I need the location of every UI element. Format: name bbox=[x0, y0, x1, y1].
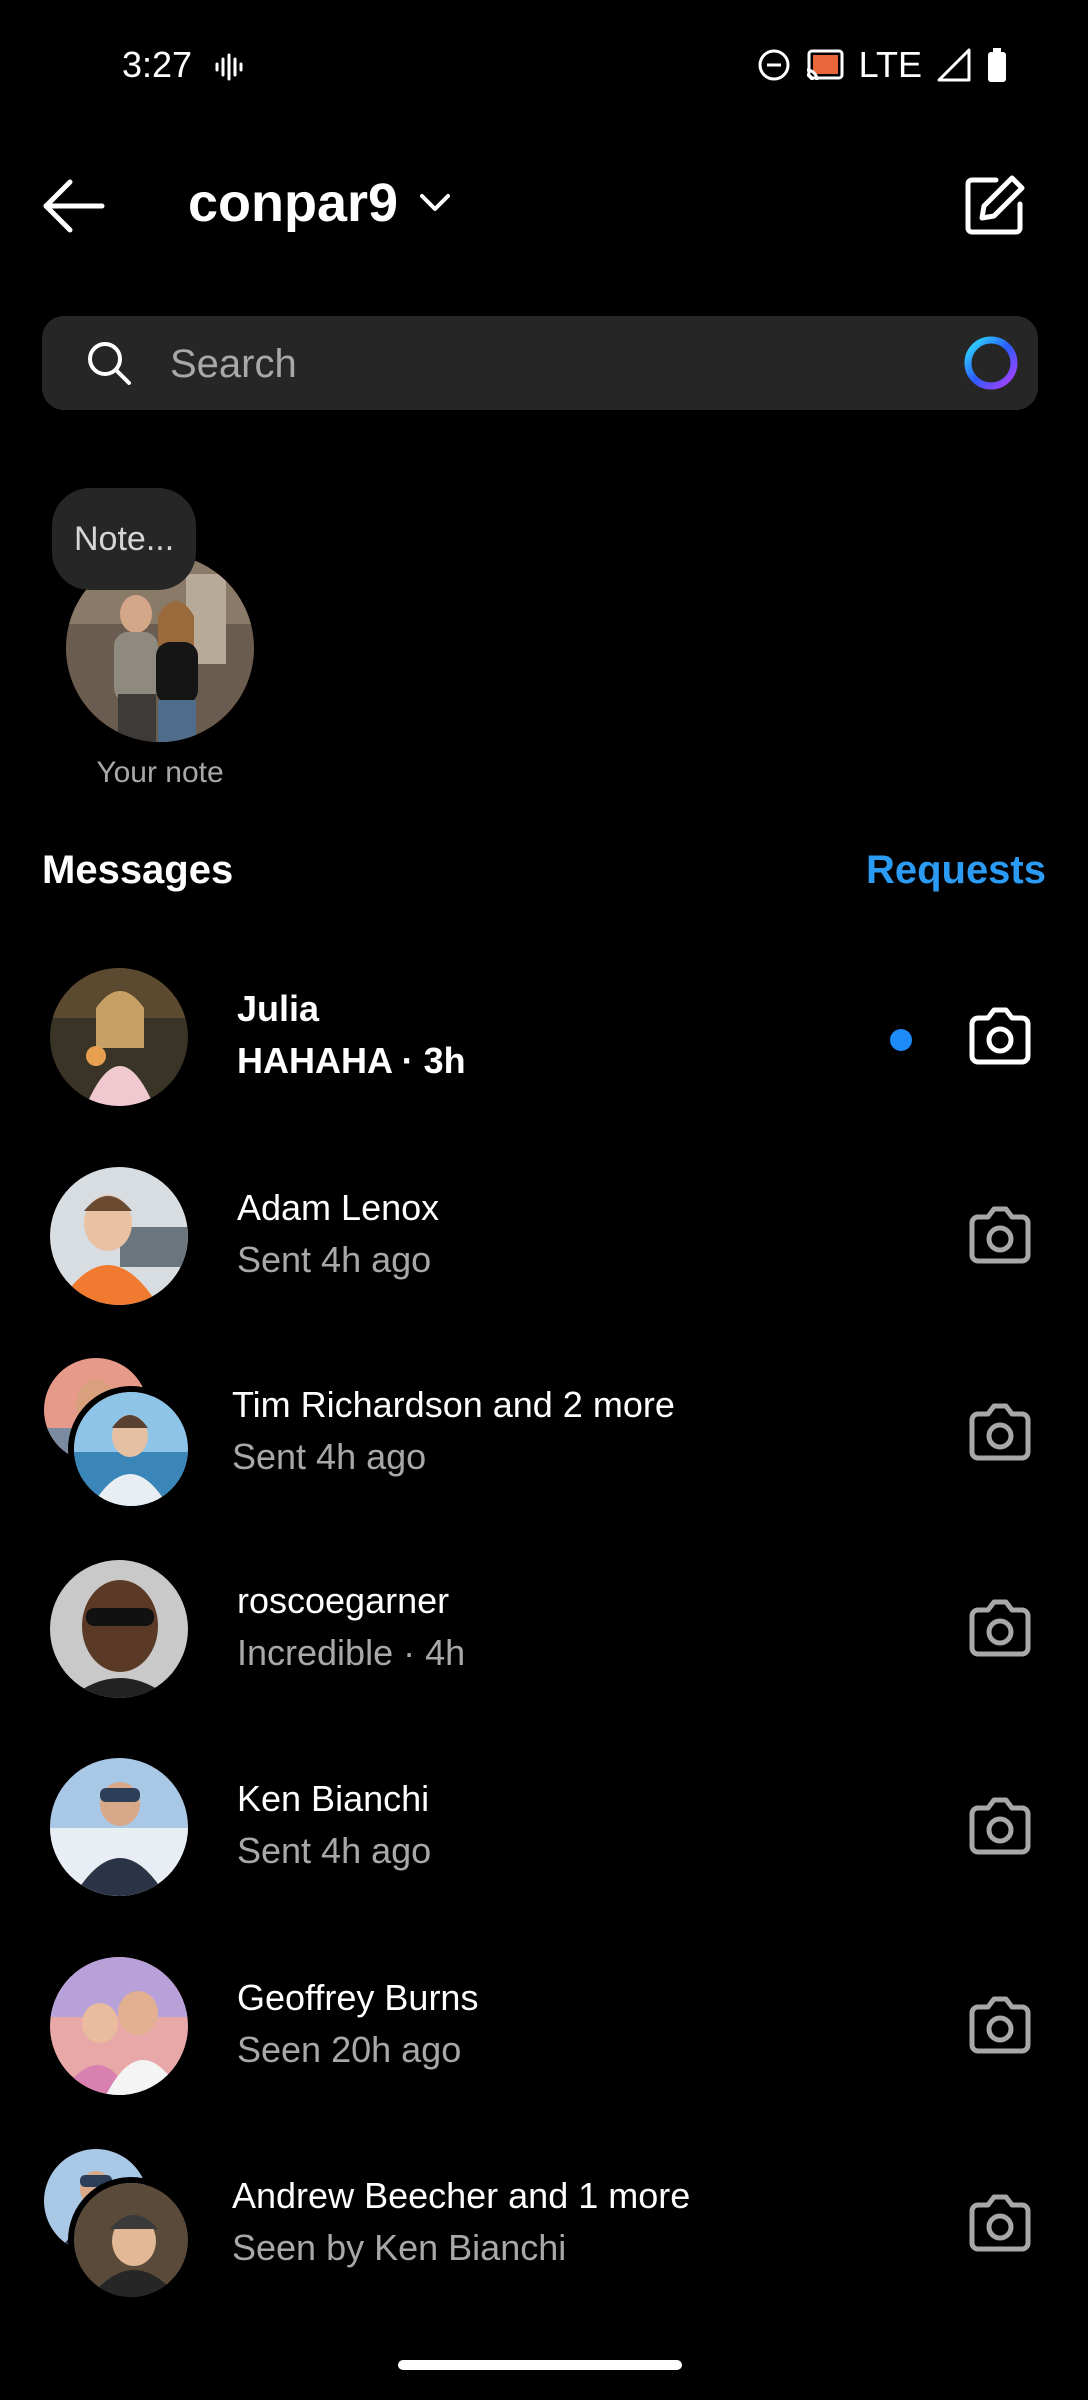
do-not-disturb-icon bbox=[758, 49, 790, 81]
conversation-row[interactable]: roscoegarner Incredible · 4h bbox=[0, 1530, 1088, 1728]
unread-dot bbox=[890, 1029, 912, 1051]
conversation-name: Julia bbox=[237, 988, 320, 1029]
camera-icon[interactable] bbox=[966, 1402, 1034, 1464]
cast-icon bbox=[806, 49, 844, 81]
camera-icon[interactable] bbox=[966, 1796, 1034, 1858]
conversation-name: roscoegarner bbox=[237, 1580, 450, 1621]
conversation-subtitle: Seen by Ken Bianchi bbox=[232, 2227, 567, 2268]
note-label: Your note bbox=[96, 756, 224, 789]
conversation-subtitle: Sent 4h ago bbox=[232, 1436, 427, 1477]
vibrate-icon bbox=[215, 53, 243, 81]
conversation-name: Geoffrey Burns bbox=[237, 1977, 479, 2018]
status-bar: 3:27 LTE bbox=[0, 0, 1088, 130]
avatar bbox=[50, 1957, 188, 2095]
chevron-down-icon bbox=[420, 194, 451, 211]
status-icons: LTE bbox=[757, 40, 1008, 90]
conversation-name: Adam Lenox bbox=[237, 1187, 440, 1228]
conversation-subtitle: Seen 20h ago bbox=[237, 2029, 462, 2070]
conversation-subtitle: Incredible · 4h bbox=[237, 1632, 466, 1673]
conversation-row[interactable]: Julia HAHAHA · 3h bbox=[0, 938, 1088, 1136]
camera-icon[interactable] bbox=[966, 2193, 1034, 2255]
account-username: conpar9 bbox=[188, 173, 399, 233]
conversation-name: Ken Bianchi bbox=[237, 1778, 430, 1819]
group-avatar-front bbox=[74, 2183, 188, 2297]
account-switcher[interactable]: conpar9 bbox=[188, 172, 452, 234]
avatar bbox=[50, 968, 188, 1106]
conversation-row[interactable]: Adam Lenox Sent 4h ago bbox=[0, 1137, 1088, 1335]
home-indicator[interactable] bbox=[398, 2360, 682, 2370]
conversation-subtitle: Sent 4h ago bbox=[237, 1830, 432, 1871]
group-avatar-front bbox=[74, 1392, 188, 1506]
back-arrow-icon[interactable] bbox=[40, 176, 108, 236]
camera-icon[interactable] bbox=[966, 1006, 1034, 1068]
avatar bbox=[50, 1758, 188, 1896]
search-input[interactable] bbox=[168, 326, 952, 402]
avatar bbox=[50, 1560, 188, 1698]
camera-icon[interactable] bbox=[966, 1205, 1034, 1267]
signal-icon bbox=[937, 48, 971, 82]
conversation-row[interactable]: Ken Bianchi Sent 4h ago bbox=[0, 1728, 1088, 1926]
avatar bbox=[50, 1167, 188, 1305]
requests-link[interactable]: Requests bbox=[866, 848, 1046, 893]
conversation-subtitle: Sent 4h ago bbox=[237, 1239, 432, 1280]
camera-icon[interactable] bbox=[966, 1995, 1034, 2057]
conversation-name: Tim Richardson and 2 more bbox=[232, 1384, 675, 1425]
conversation-row[interactable]: Tim Richardson and 2 more Sent 4h ago bbox=[0, 1334, 1088, 1532]
conversation-row[interactable]: Andrew Beecher and 1 more Seen by Ken Bi… bbox=[0, 2125, 1088, 2323]
status-time: 3:27 bbox=[122, 44, 193, 85]
battery-icon bbox=[988, 48, 1006, 82]
conversation-row[interactable]: Geoffrey Burns Seen 20h ago bbox=[0, 1927, 1088, 2125]
conversation-name: Andrew Beecher and 1 more bbox=[232, 2175, 691, 2216]
network-type: LTE bbox=[858, 44, 922, 85]
conversation-subtitle: HAHAHA · 3h bbox=[237, 1040, 466, 1081]
search-icon bbox=[88, 342, 131, 385]
search-bar[interactable] bbox=[42, 316, 1038, 410]
note-bubble[interactable]: Note... bbox=[52, 488, 197, 590]
compose-icon[interactable] bbox=[962, 174, 1026, 238]
ai-ring-icon[interactable] bbox=[962, 334, 1020, 392]
camera-icon[interactable] bbox=[966, 1598, 1034, 1660]
messages-heading: Messages bbox=[42, 848, 234, 892]
